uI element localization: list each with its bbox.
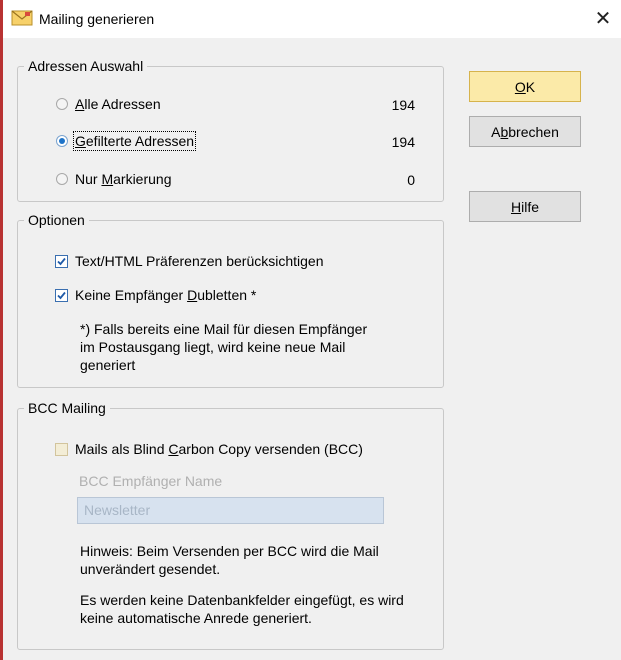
checkbox-label: Text/HTML Präferenzen berücksichtigen bbox=[75, 253, 324, 269]
radio-all-addresses[interactable]: Alle Adressen bbox=[56, 96, 161, 112]
options-title: Optionen bbox=[24, 211, 89, 229]
help-button[interactable]: Hilfe bbox=[469, 191, 581, 222]
envelope-icon bbox=[11, 9, 33, 27]
help-button-label: Hilfe bbox=[510, 198, 540, 215]
count-all-addresses: 194 bbox=[391, 97, 415, 113]
radio-button[interactable] bbox=[56, 173, 68, 185]
bcc-hint-fields: Es werden keine Datenbankfelder eingefüg… bbox=[80, 592, 404, 626]
checkbox-send-bcc[interactable]: Mails als Blind Carbon Copy versenden (B… bbox=[55, 441, 363, 457]
check-icon bbox=[57, 257, 66, 265]
checkbox-checked[interactable] bbox=[55, 288, 68, 302]
radio-label: Alle Adressen bbox=[75, 96, 161, 112]
ok-button-label: OK bbox=[514, 78, 536, 95]
radio-filtered-addresses[interactable]: Gefilterte Adressen bbox=[56, 131, 197, 151]
title-bar[interactable]: Mailing generieren ✕ bbox=[3, 0, 621, 38]
checkbox-unchecked[interactable] bbox=[55, 442, 68, 456]
cancel-button-label: Abbrechen bbox=[491, 123, 559, 140]
radio-marked-only[interactable]: Nur Markierung bbox=[56, 171, 172, 187]
cancel-button[interactable]: Abbrechen bbox=[469, 116, 581, 147]
checkbox-label: Mails als Blind Carbon Copy versenden (B… bbox=[75, 441, 363, 457]
duplicates-footnote: *) Falls bereits eine Mail für diesen Em… bbox=[80, 321, 368, 373]
dialog-window: Mailing generieren ✕ Adressen Auswahl Al… bbox=[0, 0, 621, 660]
checkbox-checked[interactable] bbox=[55, 254, 68, 268]
radio-label: Gefilterte Adressen bbox=[72, 131, 197, 151]
close-button[interactable]: ✕ bbox=[590, 7, 616, 31]
check-icon bbox=[57, 291, 66, 299]
bcc-recipient-name-input[interactable]: Newsletter bbox=[77, 497, 384, 524]
radio-button-selected[interactable] bbox=[56, 135, 68, 147]
checkbox-text-html-preferences[interactable]: Text/HTML Präferenzen berücksichtigen bbox=[55, 253, 323, 269]
count-filtered-addresses: 194 bbox=[391, 134, 415, 150]
radio-button[interactable] bbox=[56, 98, 68, 110]
close-icon: ✕ bbox=[594, 8, 612, 30]
bcc-mailing-title: BCC Mailing bbox=[24, 399, 110, 417]
window-title: Mailing generieren bbox=[39, 11, 155, 27]
checkbox-label: Keine Empfänger Dubletten * bbox=[75, 287, 257, 303]
radio-label: Nur Markierung bbox=[75, 171, 172, 187]
bcc-hint: Hinweis: Beim Versenden per BCC wird die… bbox=[80, 543, 379, 577]
address-selection-title: Adressen Auswahl bbox=[24, 57, 148, 75]
count-marked-only: 0 bbox=[407, 172, 415, 188]
checkbox-no-duplicates[interactable]: Keine Empfänger Dubletten * bbox=[55, 287, 256, 303]
bcc-recipient-name-label: BCC Empfänger Name bbox=[79, 473, 223, 489]
ok-button[interactable]: OK bbox=[469, 71, 581, 102]
window-accent-border bbox=[0, 0, 3, 660]
